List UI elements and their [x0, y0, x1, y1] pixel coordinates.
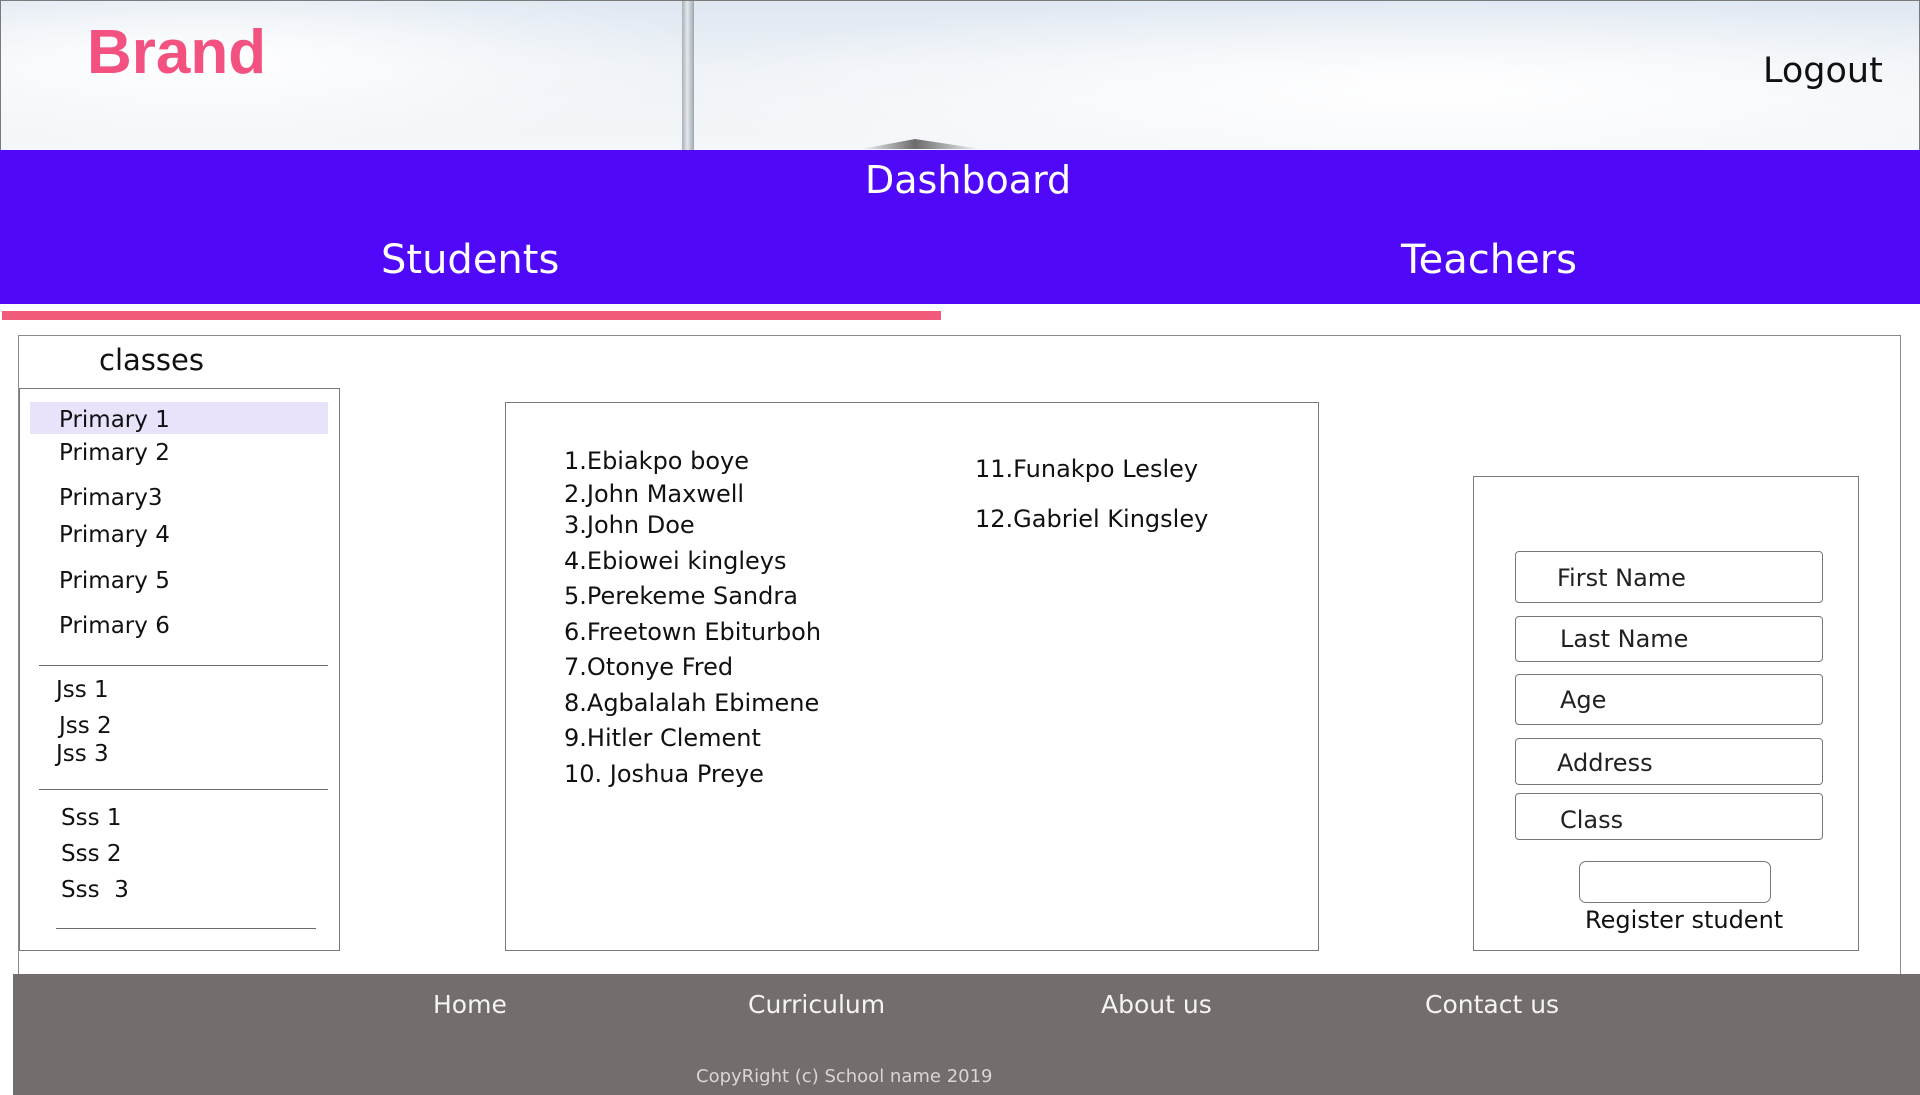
tab-students[interactable]: Students	[381, 240, 559, 280]
student-item: 8.Agbalalah Ebimene	[564, 689, 820, 717]
class-item-sss-1[interactable]: Sss 1	[61, 807, 122, 830]
footer-link-curriculum[interactable]: Curriculum	[748, 992, 885, 1017]
class-placeholder: Class	[1560, 806, 1624, 834]
student-item: 5.Perekeme Sandra	[564, 582, 798, 610]
class-item-sss-2[interactable]: Sss 2	[61, 843, 122, 866]
logout-link[interactable]: Logout	[1763, 54, 1883, 89]
footer-link-about-us[interactable]: About us	[1101, 992, 1212, 1017]
student-item: 2.John Maxwell	[564, 480, 745, 508]
address-placeholder: Address	[1557, 749, 1653, 777]
class-group-divider	[56, 928, 316, 929]
class-item-primary-6[interactable]: Primary 6	[59, 615, 170, 638]
nav-dashboard[interactable]: Dashboard	[865, 161, 1071, 199]
student-item: 9.Hitler Clement	[564, 724, 761, 752]
class-item-primary-5[interactable]: Primary 5	[59, 570, 170, 593]
class-group-divider	[39, 789, 328, 790]
student-item: 4.Ebiowei kingleys	[564, 547, 787, 575]
student-item: 11.Funakpo Lesley	[975, 455, 1199, 483]
student-item: 1.Ebiakpo boye	[564, 447, 750, 475]
class-item-jss-3[interactable]: Jss 3	[56, 743, 109, 766]
footer-link-home[interactable]: Home	[433, 992, 507, 1017]
classes-heading: classes	[99, 343, 204, 377]
class-item-jss-1[interactable]: Jss 1	[56, 679, 109, 702]
class-item-jss-2[interactable]: Jss 2	[59, 715, 112, 738]
student-item: 7.Otonye Fred	[564, 653, 734, 681]
tab-teachers[interactable]: Teachers	[1401, 240, 1577, 280]
class-item-primary-3[interactable]: Primary3	[59, 487, 163, 510]
banner-pole	[682, 1, 694, 150]
student-item: 12.Gabriel Kingsley	[975, 505, 1209, 533]
student-item: 6.Freetown Ebiturboh	[564, 618, 822, 646]
register-student-button[interactable]	[1579, 861, 1771, 903]
class-item-sss-3[interactable]: Sss 3	[61, 879, 129, 902]
first-name-placeholder: First Name	[1557, 564, 1686, 592]
student-item: 10. Joshua Preye	[564, 760, 764, 788]
class-item-primary-2[interactable]: Primary 2	[59, 442, 170, 465]
header-banner	[0, 0, 1920, 150]
brand-logo[interactable]: Brand	[87, 22, 266, 84]
sky-background-right	[701, 1, 1919, 150]
footer-link-contact-us[interactable]: Contact us	[1425, 992, 1559, 1017]
last-name-placeholder: Last Name	[1560, 625, 1689, 653]
class-group-divider	[39, 665, 328, 666]
student-item: 3.John Doe	[564, 511, 695, 539]
register-student-label[interactable]: Register student	[1585, 908, 1783, 932]
class-item-primary-4[interactable]: Primary 4	[59, 524, 170, 547]
copyright-text: CopyRight (c) School name 2019	[696, 1066, 993, 1087]
active-tab-indicator	[2, 311, 941, 320]
class-item-primary-1[interactable]: Primary 1	[59, 409, 170, 432]
age-placeholder: Age	[1560, 686, 1607, 714]
